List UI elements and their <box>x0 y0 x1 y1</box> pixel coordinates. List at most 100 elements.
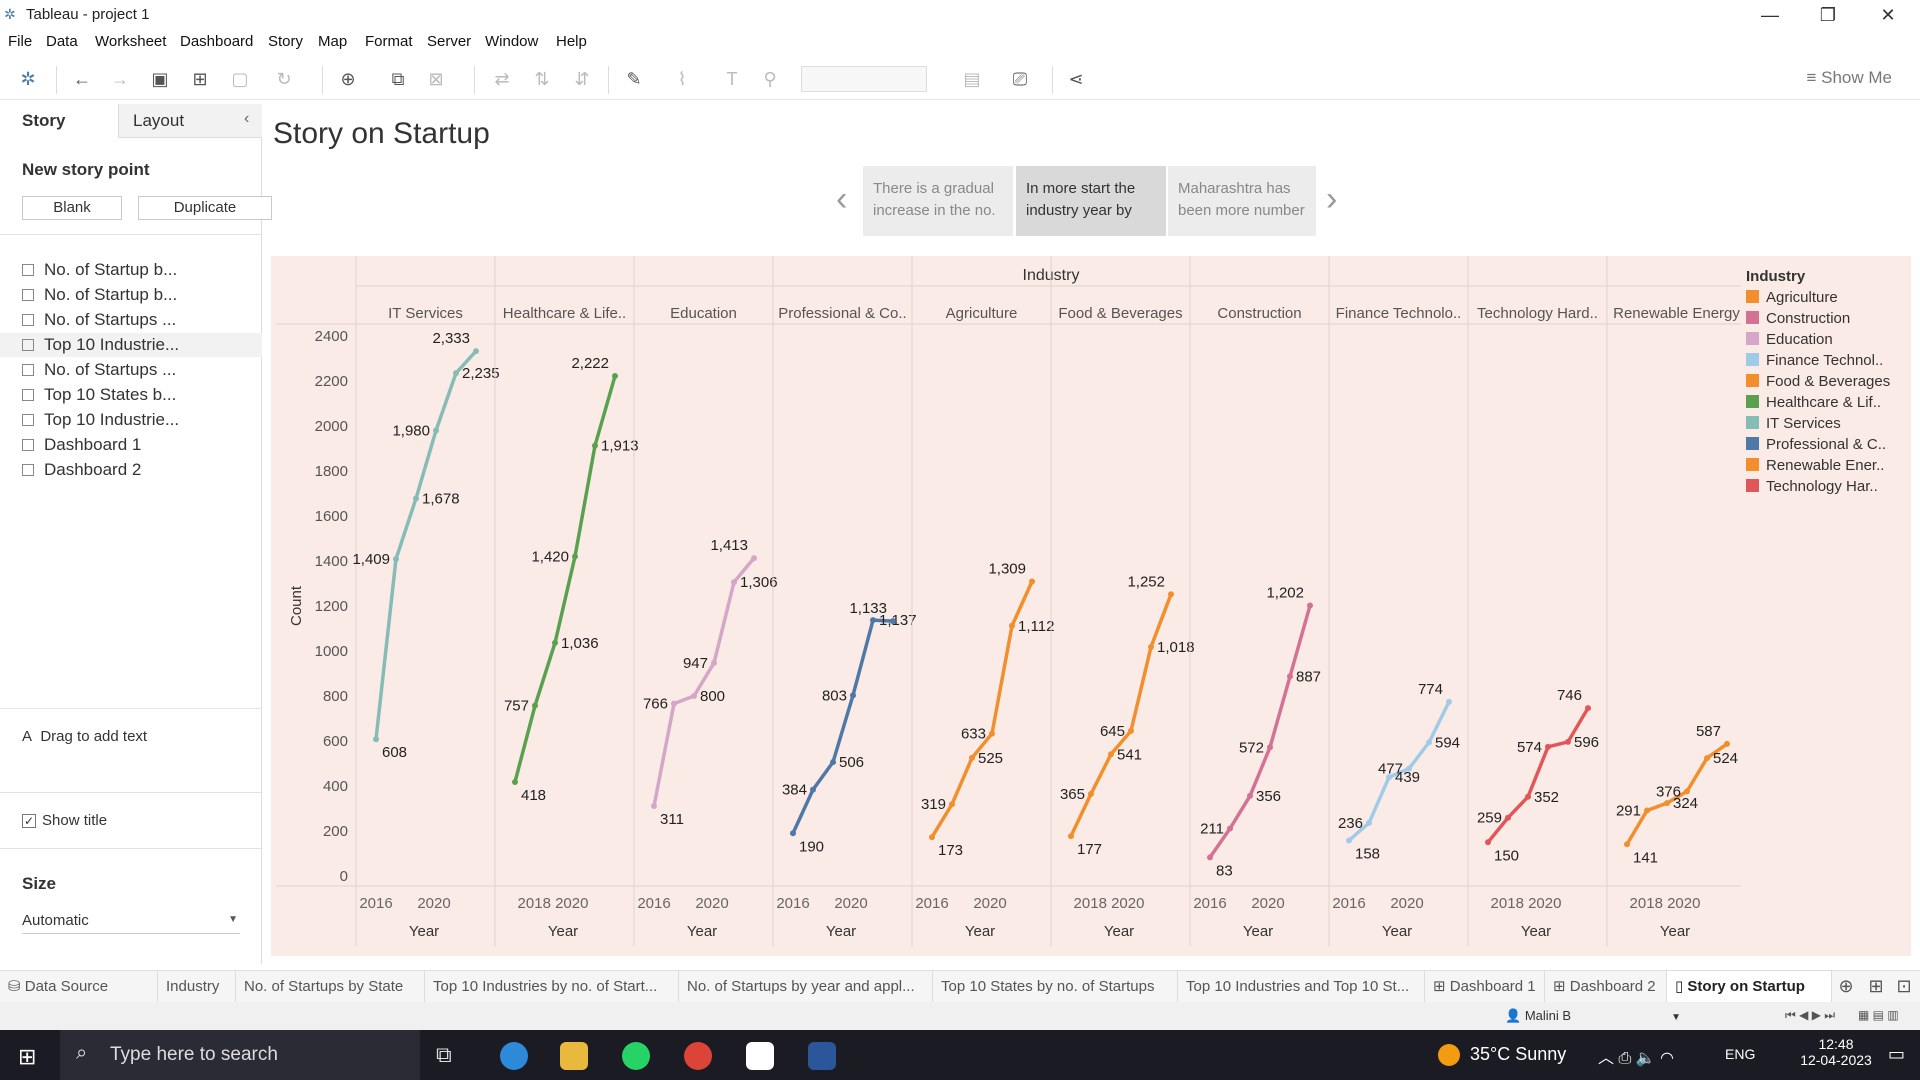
dashboard-item[interactable]: Dashboard 1 <box>22 433 141 457</box>
share-icon[interactable]: ⋖ <box>1064 68 1088 90</box>
user-menu[interactable]: 👤 Malini B ▼ <box>1505 1008 1681 1024</box>
sheet-item[interactable]: Top 10 States b... <box>22 383 176 407</box>
show-cards-icon[interactable]: ▤ <box>960 68 984 90</box>
view-mode-icons[interactable]: ▦ ▤ ▥ <box>1858 1008 1899 1022</box>
labels-icon[interactable]: T <box>720 68 744 90</box>
presentation-mode-icon[interactable]: ⎚ <box>1008 68 1032 90</box>
sheet-item[interactable]: Top 10 Industrie... <box>0 333 262 357</box>
duplicate-button[interactable]: Duplicate <box>138 196 272 220</box>
new-data-source-icon[interactable]: ⊞ <box>188 68 212 90</box>
word-icon[interactable] <box>808 1042 836 1070</box>
notification-icon[interactable]: ▭ <box>1888 1044 1905 1065</box>
story-point-3[interactable]: Maharashtra has been more number <box>1168 166 1316 236</box>
pin-icon[interactable]: ⚲ <box>758 68 782 90</box>
sheet-item[interactable]: No. of Startup b... <box>22 258 177 282</box>
menu-story[interactable]: Story <box>268 33 303 50</box>
task-view-icon[interactable]: ⧉ <box>436 1042 452 1068</box>
data-point <box>651 803 657 810</box>
legend-item[interactable]: Technology Har.. <box>1746 478 1906 499</box>
language-indicator[interactable]: ENG <box>1725 1046 1755 1062</box>
clear-sheet-icon[interactable]: ⊠ <box>424 68 448 90</box>
undo-icon[interactable]: ← <box>70 68 94 90</box>
tab-sheet[interactable]: Industry <box>158 971 236 1003</box>
legend-item[interactable]: Healthcare & Lif.. <box>1746 394 1906 415</box>
tab-story-active[interactable]: ▯ Story on Startup <box>1667 971 1832 1003</box>
menu-server[interactable]: Server <box>427 33 471 50</box>
new-worksheet-tab-icon[interactable]: ⊕ <box>1834 975 1858 997</box>
menu-format[interactable]: Format <box>365 33 413 50</box>
legend-item[interactable]: Education <box>1746 331 1906 352</box>
tab-story[interactable]: Story <box>0 104 118 138</box>
redo-icon[interactable]: → <box>108 68 132 90</box>
new-worksheet-icon[interactable]: ⊕ <box>336 68 360 90</box>
legend-item[interactable]: Agriculture <box>1746 289 1906 310</box>
dashboard-item[interactable]: Dashboard 2 <box>22 458 141 482</box>
sheet-navigation-icons[interactable]: ⏮ ◀ ▶ ⏭ <box>1785 1008 1835 1023</box>
previous-story-point-arrow[interactable]: ‹ <box>836 180 847 219</box>
file-explorer-icon[interactable] <box>560 1042 588 1070</box>
show-title-checkbox[interactable]: ✓ Show title <box>22 812 107 829</box>
sheet-item[interactable]: No. of Startups ... <box>22 358 176 382</box>
fit-dropdown[interactable] <box>801 66 927 92</box>
new-story-tab-icon[interactable]: ⊡ <box>1892 975 1916 997</box>
weather-text[interactable]: 35°C Sunny <box>1470 1044 1566 1065</box>
highlight-icon[interactable]: ✎ <box>622 68 646 90</box>
drag-text-item[interactable]: A Drag to add text <box>22 728 147 745</box>
menu-data[interactable]: Data <box>46 33 78 50</box>
menu-help[interactable]: Help <box>556 33 587 50</box>
size-dropdown[interactable]: Automatic ▼ <box>22 912 240 934</box>
sort-descending-icon[interactable]: ⇵ <box>570 68 594 90</box>
data-point <box>1128 727 1134 734</box>
legend-item[interactable]: Construction <box>1746 310 1906 331</box>
system-tray-icons[interactable]: ︿ ⎙ 🔈 ◠ <box>1598 1044 1674 1068</box>
whatsapp-icon[interactable] <box>622 1042 650 1070</box>
refresh-icon[interactable]: ↻ <box>272 68 296 90</box>
menu-window[interactable]: Window <box>485 33 538 50</box>
legend-item[interactable]: IT Services <box>1746 415 1906 436</box>
tab-layout[interactable]: Layout <box>118 104 262 138</box>
tab-dashboard[interactable]: ⊞ Dashboard 2 <box>1545 971 1667 1003</box>
collapse-icon[interactable]: ‹ <box>244 110 249 128</box>
save-icon[interactable]: ▣ <box>148 68 172 90</box>
sheet-item[interactable]: Top 10 Industrie... <box>22 408 179 432</box>
swap-icon[interactable]: ⇄ <box>490 68 514 90</box>
group-icon[interactable]: ⌇ <box>670 68 694 90</box>
legend-item[interactable]: Finance Technol.. <box>1746 352 1906 373</box>
menu-worksheet[interactable]: Worksheet <box>95 33 166 50</box>
story-point-2[interactable]: In more start the industry year by <box>1016 166 1166 236</box>
sort-ascending-icon[interactable]: ⇅ <box>530 68 554 90</box>
new-dashboard-tab-icon[interactable]: ⊞ <box>1864 975 1888 997</box>
legend-item[interactable]: Renewable Ener.. <box>1746 457 1906 478</box>
sheet-item[interactable]: No. of Startups ... <box>22 308 176 332</box>
show-me-button[interactable]: ≡ Show Me <box>1806 68 1892 88</box>
clock[interactable]: 12:48 12-04-2023 <box>1796 1036 1876 1068</box>
tab-sheet[interactable]: Top 10 Industries and Top 10 St... <box>1178 971 1425 1003</box>
sheet-item[interactable]: No. of Startup b... <box>22 283 177 307</box>
tableau-home-icon[interactable]: ✲ <box>16 68 40 90</box>
menu-dashboard[interactable]: Dashboard <box>180 33 253 50</box>
close-button[interactable]: ✕ <box>1860 2 1916 28</box>
tab-sheet[interactable]: Top 10 States by no. of Startups <box>933 971 1178 1003</box>
data-label: 506 <box>839 754 864 771</box>
tab-data-source[interactable]: ⛁ Data Source <box>0 971 158 1003</box>
edge-icon[interactable] <box>500 1042 528 1070</box>
menu-file[interactable]: File <box>8 33 32 50</box>
chrome-icon[interactable] <box>684 1042 712 1070</box>
tab-dashboard[interactable]: ⊞ Dashboard 1 <box>1425 971 1545 1003</box>
tableau-taskbar-icon[interactable] <box>746 1042 774 1070</box>
menu-map[interactable]: Map <box>318 33 347 50</box>
blank-button[interactable]: Blank <box>22 196 122 220</box>
tab-sheet[interactable]: No. of Startups by State <box>236 971 425 1003</box>
restore-button[interactable]: ❐ <box>1800 2 1856 28</box>
minimize-button[interactable]: — <box>1742 2 1798 28</box>
duplicate-sheet-icon[interactable]: ⧉ <box>386 68 410 90</box>
tab-sheet[interactable]: No. of Startups by year and appl... <box>679 971 933 1003</box>
pause-updates-icon[interactable]: ▢ <box>228 68 252 90</box>
next-story-point-arrow[interactable]: › <box>1326 180 1337 219</box>
legend-item[interactable]: Food & Beverages <box>1746 373 1906 394</box>
story-point-1[interactable]: There is a gradual increase in the no. <box>863 166 1013 236</box>
taskbar-search[interactable]: ⌕ Type here to search <box>60 1030 420 1080</box>
tab-sheet[interactable]: Top 10 Industries by no. of Start... <box>425 971 679 1003</box>
legend-item[interactable]: Professional & C.. <box>1746 436 1906 457</box>
windows-start-icon[interactable]: ⊞ <box>18 1044 36 1070</box>
